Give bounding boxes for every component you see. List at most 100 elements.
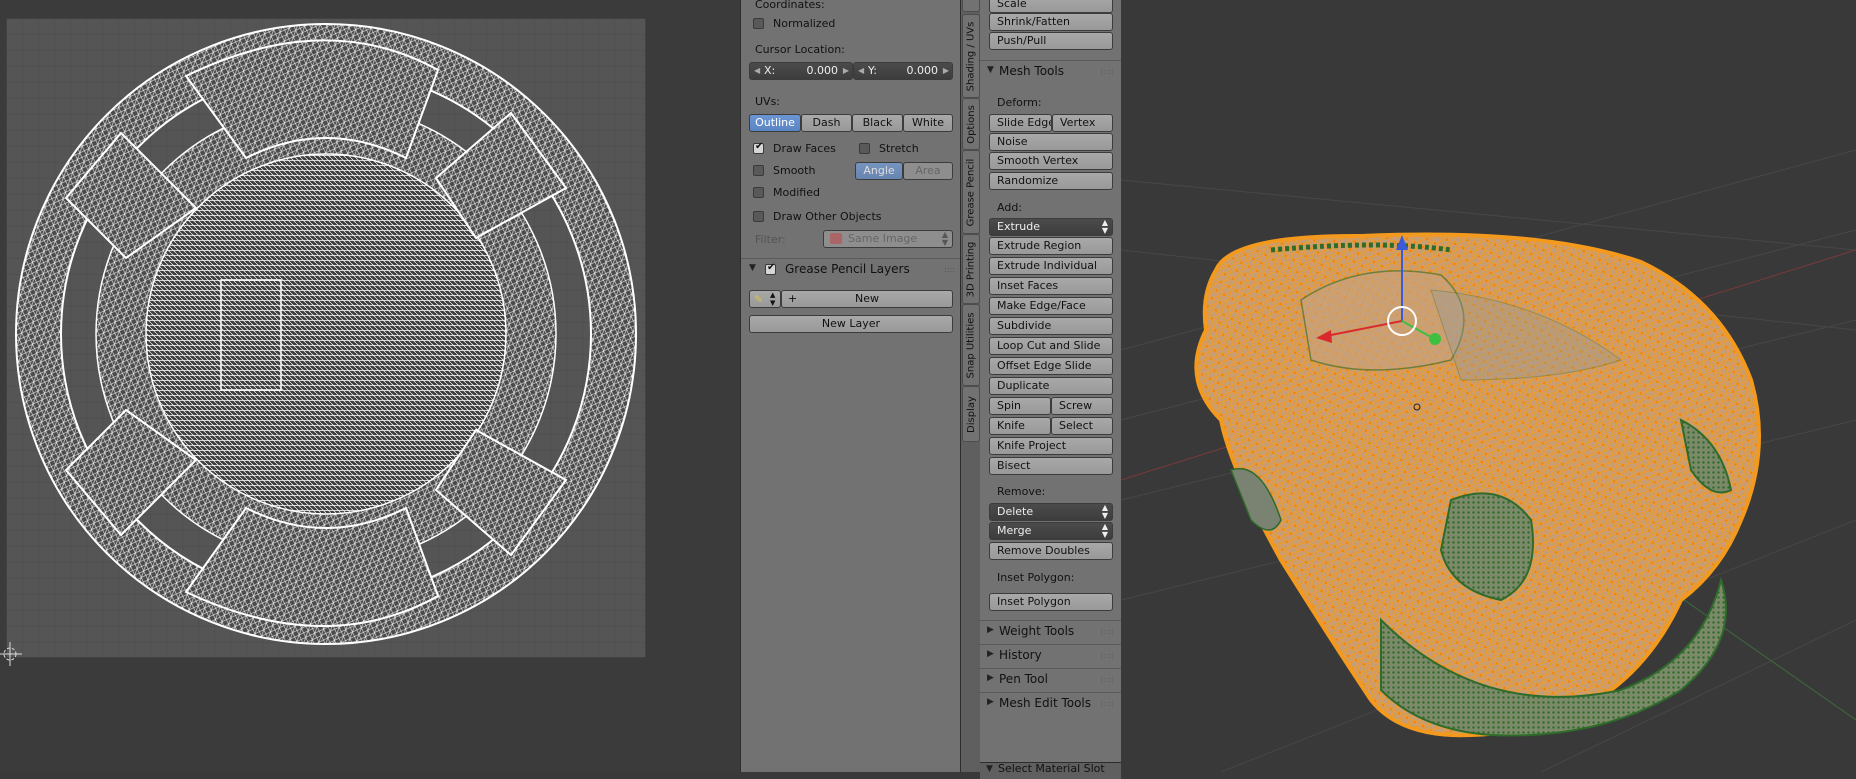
filter-label: Filter: [755,233,786,246]
duplicate-button[interactable]: Duplicate [989,377,1113,395]
knife-project-button[interactable]: Knife Project [989,437,1113,455]
increment-icon: ▶ [942,66,949,75]
inset-polygon-button[interactable]: Inset Polygon [989,593,1113,611]
expand-triangle-icon: ▶ [987,625,994,635]
drag-grip-icon[interactable]: :::: [1100,627,1115,636]
mesh-tools-header[interactable]: ▼ Mesh Tools :::: [980,62,1121,82]
tab-options[interactable]: Options [962,98,980,150]
tab-snap-utilities[interactable]: Snap Utilities [962,304,980,386]
inset-faces-button[interactable]: Inset Faces [989,277,1113,295]
randomize-button[interactable]: Randomize [989,172,1113,190]
cursor-x-field[interactable]: ◀ X: 0.000 ▶ [749,62,853,80]
expand-triangle-icon: ▶ [987,649,994,659]
mesh-edit-tools-label: Mesh Edit Tools [999,696,1092,710]
cursor-x-label: X: [764,64,776,77]
knife-button[interactable]: Knife [989,417,1051,435]
offset-edge-slide-button[interactable]: Offset Edge Slide [989,357,1113,375]
history-header[interactable]: ▶ History :::: [980,646,1121,666]
tab-shading-uvs[interactable]: Shading / UVs [962,14,980,98]
collapse-triangle-icon: ▼ [749,263,756,273]
tab-label: 3D Printing [965,241,977,297]
normalized-checkbox[interactable] [753,18,764,29]
remove-doubles-button[interactable]: Remove Doubles [989,542,1113,560]
filter-dropdown[interactable]: Same Image ▲ ▼ [823,230,953,248]
drag-grip-icon[interactable]: :::: [944,265,955,274]
cursor-location-label: Cursor Location: [755,43,845,56]
uv-mode-outline-button[interactable]: Outline [749,114,801,132]
expand-triangle-icon: ▶ [987,673,994,683]
drag-grip-icon[interactable]: :::: [1100,651,1115,660]
3d-viewport[interactable] [1120,0,1856,773]
tool-shelf: Scale Shrink/Fatten Push/Pull ▼ Mesh Too… [980,0,1122,779]
extrude-region-button[interactable]: Extrude Region [989,237,1113,255]
spin-button[interactable]: Spin [989,397,1051,415]
uv-grid-canvas[interactable] [6,18,646,658]
inset-polygon-label: Inset Polygon: [997,571,1075,584]
uv-mode-white-button[interactable]: White [903,114,953,132]
delete-dropdown[interactable]: Delete ▲ ▼ [989,503,1113,521]
draw-other-objects-checkbox[interactable] [753,211,764,222]
extrude-dropdown[interactable]: Extrude ▲ ▼ [989,218,1113,236]
add-label: Add: [997,201,1023,214]
tab-3d-printing[interactable]: 3D Printing [962,234,980,304]
cursor-y-field[interactable]: ◀ Y: 0.000 ▶ [853,62,953,80]
expand-triangle-icon: ▶ [987,697,994,707]
screw-button[interactable]: Screw [1051,397,1113,415]
2d-cursor-icon[interactable] [0,640,28,668]
merge-label: Merge [997,524,1032,537]
mesh-edit-tools-header[interactable]: ▶ Mesh Edit Tools :::: [980,694,1121,714]
new-layer-button[interactable]: New Layer [749,315,953,333]
drag-grip-icon[interactable]: :::: [1100,67,1115,76]
filter-value: Same Image [848,232,918,245]
stretch-angle-button[interactable]: Angle [855,162,903,180]
uv-mode-dash-button[interactable]: Dash [801,114,852,132]
image-icon [830,233,842,244]
viewport-canvas[interactable] [1120,0,1856,773]
smooth-vertex-button[interactable]: Smooth Vertex [989,152,1113,170]
drag-grip-icon[interactable]: :::: [1100,675,1115,684]
remove-label: Remove: [997,485,1046,498]
delete-label: Delete [997,505,1034,518]
updown-arrows-icon: ▲ ▼ [1101,218,1108,235]
tab-display[interactable]: Display [962,386,980,442]
bisect-button[interactable]: Bisect [989,457,1113,475]
smooth-label: Smooth [773,164,816,177]
weight-tools-header[interactable]: ▶ Weight Tools :::: [980,622,1121,642]
extrude-individual-button[interactable]: Extrude Individual [989,257,1113,275]
stretch-area-button[interactable]: Area [903,162,953,180]
shrink-fatten-button[interactable]: Shrink/Fatten [989,13,1113,31]
select-material-slot-label: Select Material Slot [998,762,1105,775]
separator [980,60,1121,61]
tab-grease-pencil[interactable]: Grease Pencil [962,150,980,234]
knife-select-button[interactable]: Select [1051,417,1113,435]
new-grease-pencil-button[interactable]: + New [781,290,953,308]
decrement-icon: ◀ [754,66,761,75]
grease-pencil-enabled-checkbox[interactable] [765,262,776,275]
grease-pencil-datablock-icon[interactable]: ✎ ▲ ▼ [749,290,781,308]
loop-cut-slide-button[interactable]: Loop Cut and Slide [989,337,1113,355]
tab-label: Snap Utilities [965,312,977,378]
select-material-slot-header[interactable]: ▼ Select Material Slot [980,762,1121,779]
stretch-checkbox[interactable] [859,143,870,154]
smooth-checkbox[interactable] [753,165,764,176]
push-pull-button[interactable]: Push/Pull [989,32,1113,50]
make-edge-face-button[interactable]: Make Edge/Face [989,297,1113,315]
collapse-triangle-icon: ▼ [987,65,994,75]
mesh-tools-label: Mesh Tools [999,64,1064,78]
tab-label: Display [965,395,977,433]
tab-partial[interactable] [962,0,980,12]
extrude-label: Extrude [997,220,1041,233]
modified-checkbox[interactable] [753,187,764,198]
vertex-slide-button[interactable]: Vertex [1052,114,1113,132]
scale-button[interactable]: Scale [989,0,1113,13]
grease-pencil-layers-header[interactable]: ▼ Grease Pencil Layers :::: [741,260,961,280]
noise-button[interactable]: Noise [989,133,1113,151]
uv-mode-black-button[interactable]: Black [852,114,903,132]
draw-faces-checkbox[interactable] [753,141,764,154]
drag-grip-icon[interactable]: :::: [1100,699,1115,708]
merge-dropdown[interactable]: Merge ▲ ▼ [989,522,1113,540]
subdivide-button[interactable]: Subdivide [989,317,1113,335]
pen-tool-header[interactable]: ▶ Pen Tool :::: [980,670,1121,690]
slide-edge-button[interactable]: Slide Edge [989,114,1052,132]
uv-image-editor[interactable] [0,0,740,772]
